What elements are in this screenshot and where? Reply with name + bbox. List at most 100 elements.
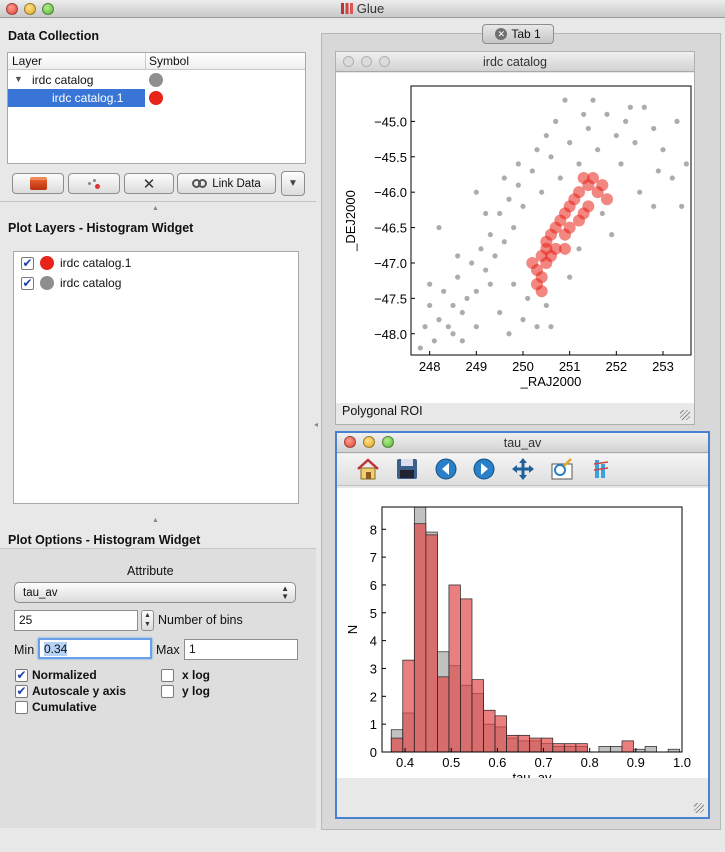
scatter-window: irdc catalog 248 249 250 251 252 253 −45.0 −45.… (335, 51, 695, 425)
cumulative-checkbox[interactable] (15, 700, 28, 714)
symbol-column-header[interactable]: Symbol (149, 54, 189, 68)
bins-input[interactable]: 25 (14, 610, 138, 631)
layer-symbol-gray[interactable] (149, 73, 163, 87)
scatter-point (618, 161, 624, 167)
window-titlebar: Glue (0, 0, 725, 18)
plot-layers-list[interactable]: ✔ irdc catalog.1 ✔ irdc catalog (13, 251, 299, 504)
delete-button[interactable]: ✕ (124, 173, 174, 194)
data-collection-tree[interactable]: Layer Symbol ▼ irdc catalog irdc catalog… (7, 52, 306, 164)
new-subset-button[interactable] (68, 173, 120, 194)
histogram-bar (425, 534, 438, 753)
autoscale-option[interactable]: ✔ Autoscale y axis (15, 684, 126, 698)
disclosure-triangle-icon[interactable]: ▼ (14, 74, 23, 84)
scatter-point (427, 302, 433, 309)
scatter-point (506, 196, 512, 202)
attribute-label: Attribute (127, 564, 174, 578)
tree-row-irdc-catalog-1[interactable]: irdc catalog.1 (8, 89, 145, 107)
y-tick-label: −45.0 (374, 114, 407, 129)
ylog-checkbox[interactable] (161, 684, 174, 698)
scatter-point (526, 256, 539, 269)
layer-column-header[interactable]: Layer (12, 54, 42, 68)
configure-subplots-icon[interactable] (588, 456, 614, 482)
histogram-plot[interactable]: 0.4 0.5 0.6 0.7 0.8 0.9 1.0 0 1 2 3 4 5 6 7 8 tau_av N (337, 488, 708, 778)
scatter-point (562, 97, 568, 103)
normalized-label: Normalized (32, 668, 97, 682)
scatter-point (441, 288, 447, 294)
max-input[interactable]: 1 (184, 639, 298, 660)
cumulative-label: Cumulative (32, 700, 97, 714)
scatter-point (595, 147, 601, 153)
splitter-handle[interactable]: ▲ (152, 517, 159, 524)
histogram-bar (563, 743, 577, 753)
window-title: Glue (0, 1, 725, 16)
x-tick-label: 0.9 (627, 755, 645, 770)
layer-checkbox[interactable]: ✔ (21, 256, 34, 270)
scatter-point (459, 338, 465, 344)
attribute-select[interactable]: tau_av ▲ ▼ (14, 582, 296, 603)
xlog-option[interactable]: x log (161, 668, 210, 682)
min-input[interactable]: 0.34 (38, 638, 152, 659)
resize-grip[interactable] (680, 410, 690, 420)
scatter-point (576, 246, 582, 252)
scatter-point (651, 125, 657, 132)
cumulative-option[interactable]: Cumulative (15, 700, 97, 714)
scatter-window-titlebar[interactable]: irdc catalog (336, 52, 694, 72)
scatter-point (623, 118, 629, 124)
tree-header: Layer Symbol (8, 53, 305, 70)
scatter-point (473, 288, 479, 294)
scatter-plot[interactable]: 248 249 250 251 252 253 −45.0 −45.5 −46.0 −46.5 −4… (336, 73, 694, 403)
layer-checkbox[interactable]: ✔ (21, 276, 34, 290)
y-tick-label: 1 (370, 717, 377, 732)
layer-color-gray (40, 276, 54, 290)
scatter-point (539, 189, 545, 195)
back-arrow-icon[interactable] (433, 456, 459, 482)
histogram-bar (540, 737, 554, 753)
pan-move-icon[interactable] (510, 456, 536, 482)
scatter-point (581, 111, 587, 117)
normalized-option[interactable]: ✔ Normalized (15, 668, 97, 682)
scatter-point (520, 203, 526, 209)
folder-icon (29, 177, 47, 190)
y-axis-label: _DEJ2000 (343, 190, 358, 252)
more-options-button[interactable]: ▼ (281, 171, 305, 196)
scatter-point (637, 189, 643, 195)
ylog-option[interactable]: y log (161, 684, 210, 698)
histogram-window-titlebar[interactable]: tau_av (337, 433, 708, 453)
vertical-splitter-handle[interactable]: ◂ (314, 420, 318, 429)
bins-stepper[interactable]: ▲ ▼ (141, 610, 154, 631)
home-icon[interactable] (355, 456, 381, 482)
plot-layer-item-2[interactable]: ✔ irdc catalog (21, 276, 121, 290)
scatter-point (497, 210, 503, 217)
forward-arrow-icon[interactable] (471, 456, 497, 482)
save-icon[interactable] (394, 456, 420, 482)
autoscale-checkbox[interactable]: ✔ (15, 684, 28, 698)
histogram-bar (390, 737, 404, 753)
scatter-window-title: irdc catalog (483, 55, 547, 69)
link-data-button[interactable]: Link Data (177, 173, 276, 194)
normalized-checkbox[interactable]: ✔ (15, 668, 28, 682)
y-tick-label: 2 (370, 689, 377, 704)
xlog-checkbox[interactable] (161, 668, 174, 682)
scatter-point (660, 147, 666, 153)
x-tick-label: 0.8 (581, 755, 599, 770)
scatter-point (627, 104, 633, 110)
zoom-rect-icon[interactable] (549, 456, 575, 482)
scatter-point (669, 175, 675, 181)
load-data-button[interactable] (12, 173, 64, 194)
splitter-handle[interactable]: ▲ (152, 205, 159, 212)
scatter-point (492, 253, 498, 259)
scatter-point (577, 172, 590, 185)
close-tab-icon[interactable]: ✕ (495, 28, 508, 40)
plot-layer-item-1[interactable]: ✔ irdc catalog.1 (21, 256, 131, 270)
scatter-point (501, 175, 507, 181)
y-tick-label: −47.5 (374, 291, 407, 306)
scatter-point (655, 168, 661, 174)
histogram-bar (413, 523, 427, 753)
tab-1[interactable]: ✕ Tab 1 (482, 24, 554, 44)
y-axis-label: N (345, 625, 360, 634)
layer-symbol-red[interactable] (149, 91, 163, 105)
glue-app-icon (340, 3, 353, 14)
resize-grip[interactable] (694, 803, 704, 813)
tree-row-irdc-catalog[interactable]: ▼ irdc catalog (8, 71, 305, 89)
x-axis-label: tau_av (512, 770, 552, 778)
